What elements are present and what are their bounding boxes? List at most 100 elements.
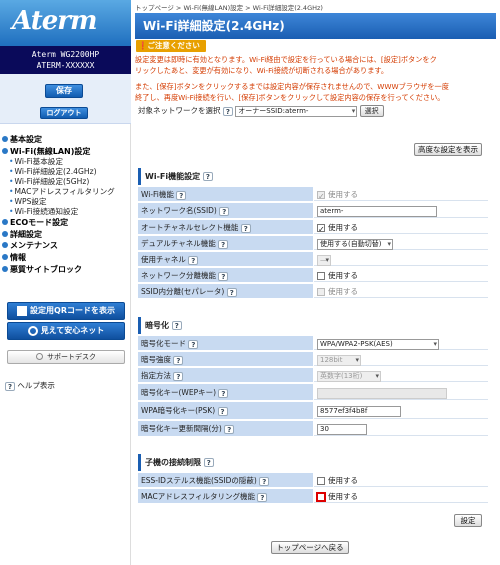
checkbox[interactable]: [317, 288, 325, 296]
support-desk-label: サポートデスク: [47, 353, 96, 361]
row-value: 8577ef3f4b8f: [314, 402, 488, 419]
sidebar-nav-item[interactable]: MACアドレスフィルタリング: [2, 187, 130, 197]
sidebar-nav-label: Wi-Fi接続通知設定: [14, 207, 79, 217]
sidebar-nav-item[interactable]: 基本設定: [2, 134, 130, 146]
row-value: 使用する(自動切替): [314, 236, 488, 250]
help-icon[interactable]: ?: [188, 255, 199, 265]
checkbox[interactable]: [317, 493, 325, 501]
set-button[interactable]: 設定: [454, 514, 482, 527]
sidebar-nav-item[interactable]: Wi-Fi詳細設定(2.4GHz): [2, 167, 130, 177]
sidebar-nav-item[interactable]: Wi-Fi(無線LAN)設定: [2, 146, 130, 158]
sidebar-nav: 基本設定 Wi-Fi(無線LAN)設定Wi-Fi基本設定Wi-Fi詳細設定(2.4…: [2, 134, 130, 275]
select-field[interactable]: WPA/WPA2-PSK(AES): [317, 338, 439, 350]
sidebar-nav-item[interactable]: ECOモード設定: [2, 217, 130, 229]
text-input[interactable]: aterm-: [317, 205, 437, 217]
target-network-select[interactable]: オーナーSSID:aterm-: [235, 105, 358, 117]
settings-row: ネットワーク分離機能 ? 使用する: [138, 268, 488, 283]
help-icon[interactable]: ?: [202, 172, 213, 181]
help-icon[interactable]: ?: [224, 424, 235, 434]
row-value: 英数字(13桁): [314, 368, 488, 382]
bullet-icon: [2, 219, 8, 226]
sidebar-nav-label: ECOモード設定: [10, 218, 69, 228]
text-input[interactable]: 30: [317, 423, 367, 435]
select-field[interactable]: 英数字(13桁): [317, 370, 381, 382]
help-label: ヘルプ表示: [17, 381, 55, 390]
row-label: MACアドレスフィルタリング機能 ?: [138, 489, 313, 503]
text-input[interactable]: 8577ef3f4b8f: [317, 405, 401, 417]
circle-icon: [36, 353, 43, 360]
help-icon[interactable]: ?: [218, 388, 229, 398]
row-label: WPA暗号化キー(PSK) ?: [138, 402, 313, 419]
settings-row: MACアドレスフィルタリング機能 ? 使用する: [138, 489, 488, 504]
sidebar-nav-item[interactable]: 詳細設定: [2, 229, 130, 241]
help-link[interactable]: ? ヘルプ表示: [5, 380, 55, 391]
anshin-net-button[interactable]: 見えて安心ネット: [7, 322, 125, 340]
sidebar-nav-item[interactable]: Wi-Fi詳細設定(5GHz): [2, 177, 130, 187]
sidebar-nav-label: MACアドレスフィルタリング: [14, 187, 115, 197]
qr-code-label: 設定用QRコードを表示: [30, 306, 115, 315]
help-icon[interactable]: ?: [173, 371, 184, 381]
row-label-text: MACアドレスフィルタリング機能: [141, 492, 256, 501]
checkbox[interactable]: [317, 222, 325, 237]
support-desk-button[interactable]: サポートデスク: [7, 350, 125, 364]
row-label: 暗号化モード ?: [138, 336, 313, 350]
help-icon[interactable]: ?: [219, 206, 230, 216]
help-icon[interactable]: ?: [173, 355, 184, 365]
sidebar-nav-label: Wi-Fi基本設定: [14, 157, 63, 167]
help-icon[interactable]: ?: [222, 106, 233, 116]
advanced-settings-button[interactable]: 高度な設定を表示: [414, 143, 482, 156]
help-icon[interactable]: ?: [226, 287, 237, 297]
select-field[interactable]: 使用する(自動切替): [317, 238, 393, 250]
sidebar-nav-label: 詳細設定: [10, 229, 42, 239]
help-icon[interactable]: ?: [203, 458, 214, 467]
model-info: Aterm WG2200HP ATERM-XXXXXX: [0, 46, 131, 74]
help-icon[interactable]: ?: [176, 190, 187, 200]
sidebar-nav-item[interactable]: WPS設定: [2, 197, 130, 207]
help-icon[interactable]: ?: [217, 406, 228, 416]
sidebar-nav-label: WPS設定: [14, 197, 47, 207]
row-value: 使用する: [314, 268, 488, 282]
help-icon[interactable]: ?: [218, 239, 229, 249]
help-icon[interactable]: ?: [218, 271, 229, 281]
checkbox-label: 使用する: [328, 190, 358, 199]
checkbox-label: 使用する: [328, 271, 358, 280]
row-label: 指定方法 ?: [138, 368, 313, 382]
text-input[interactable]: [317, 387, 447, 399]
select-field[interactable]: 128bit: [317, 354, 361, 366]
select-button[interactable]: 選択: [359, 105, 384, 117]
checkbox[interactable]: [317, 477, 325, 485]
exclamation-icon: ❗: [138, 41, 148, 50]
row-label-text: ESS-IDステルス機能(SSIDの隠蔽): [141, 476, 257, 485]
back-to-top-button[interactable]: トップページへ戻る: [271, 541, 349, 554]
qr-code-button[interactable]: 設定用QRコードを表示: [7, 302, 125, 320]
select-field[interactable]: —: [317, 254, 331, 266]
save-button[interactable]: 保存: [45, 84, 83, 98]
settings-row: 暗号化モード ? WPA/WPA2-PSK(AES): [138, 336, 488, 351]
sidebar-nav-item[interactable]: メンテナンス: [2, 240, 130, 252]
row-value: aterm-: [314, 203, 488, 218]
row-label-text: デュアルチャネル機能: [141, 239, 216, 248]
checkbox-label: 使用する: [328, 476, 358, 485]
row-label: デュアルチャネル機能 ?: [138, 236, 313, 250]
sidebar-nav-item[interactable]: Wi-Fi基本設定: [2, 157, 130, 167]
help-icon[interactable]: ?: [171, 321, 182, 330]
logout-button[interactable]: ログアウト: [40, 107, 88, 119]
checkbox[interactable]: [317, 189, 325, 204]
target-network-row: 対象ネットワークを選択 ? オーナーSSID:aterm- 選択: [138, 105, 384, 117]
settings-row: 暗号化キー更新間隔(分) ? 30: [138, 421, 488, 437]
target-network-label: 対象ネットワークを選択: [138, 106, 221, 115]
sidebar: Aterm Aterm WG2200HP ATERM-XXXXXX 保存 ログア…: [0, 0, 131, 565]
help-icon[interactable]: ?: [257, 492, 268, 502]
row-value: 使用する: [314, 473, 488, 487]
sidebar-nav-item[interactable]: 悪質サイトブロック: [2, 264, 130, 276]
sidebar-nav-item[interactable]: Wi-Fi接続通知設定: [2, 207, 130, 217]
checkbox[interactable]: [317, 272, 325, 280]
settings-row: 指定方法 ? 英数字(13桁): [138, 368, 488, 383]
help-icon[interactable]: ?: [240, 223, 251, 233]
help-icon[interactable]: ?: [188, 339, 199, 349]
sidebar-nav-item[interactable]: 情報: [2, 252, 130, 264]
row-value: 使用する: [314, 187, 488, 204]
row-label-text: WPA暗号化キー(PSK): [141, 406, 216, 415]
sidebar-nav-label: メンテナンス: [10, 241, 58, 251]
help-icon[interactable]: ?: [259, 476, 270, 486]
